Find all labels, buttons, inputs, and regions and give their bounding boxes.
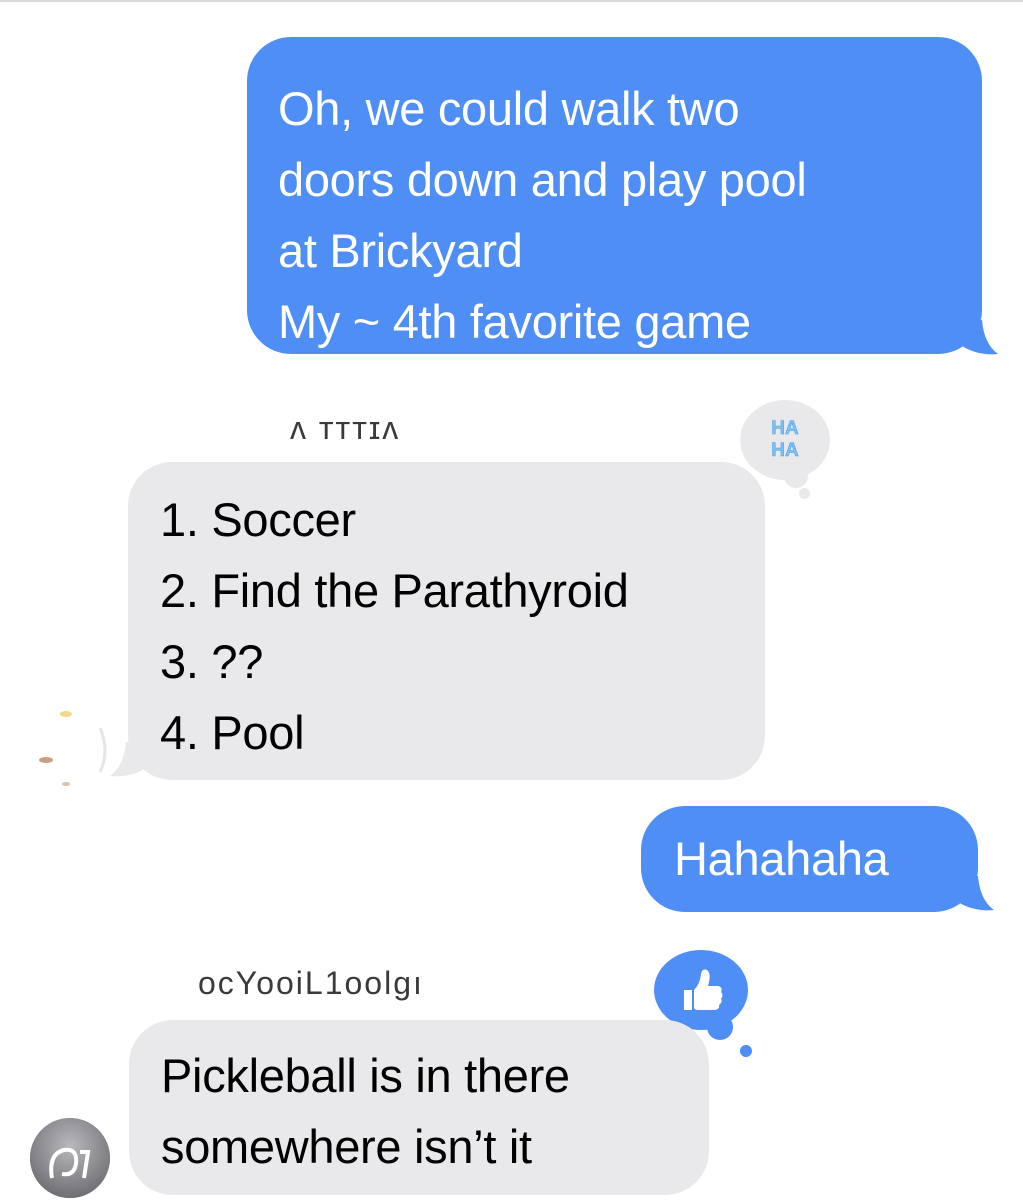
tapback-bubble-dot [707, 1014, 733, 1040]
message-text-line: 1. Soccer [160, 493, 356, 546]
thumbs-up-icon [684, 969, 723, 1010]
sender-name: ocYooiL1oolgı [198, 965, 424, 1001]
message-text-line: Hahahaha [674, 832, 889, 885]
haha-icon: HA HA [771, 418, 799, 462]
tapback-bubble-dot [784, 464, 808, 488]
message-text-line: at Brickyard [278, 224, 523, 277]
message-text-line: 2. Find the Parathyroid [160, 564, 629, 617]
received-message-bubble[interactable]: 1. Soccer 2. Find the Parathyroid 3. ?? … [128, 462, 765, 780]
message-text-line: doors down and play pool [278, 153, 807, 206]
avatar-image-icon [28, 710, 108, 790]
sent-bubble-tail [956, 876, 994, 911]
received-bubble-tail [110, 742, 148, 777]
message-text-line: My ~ 4th favorite game [278, 295, 751, 348]
sent-message-bubble[interactable]: Hahahaha [641, 806, 978, 912]
received-message-bubble[interactable]: Pickleball is in there somewhere isn’t i… [129, 1020, 709, 1195]
svg-text:HA: HA [771, 418, 799, 439]
message-text-line: 4. Pool [160, 706, 305, 759]
svg-text:HA: HA [771, 440, 799, 461]
contact-avatar[interactable] [26, 708, 110, 792]
thumbs-up-tapback-icon[interactable] [654, 950, 748, 1030]
sent-bubble-tail [960, 320, 998, 355]
sender-name: ᴧ ᴛᴛᴛɪᴧ [290, 410, 401, 446]
tapback-bubble-dot-small [740, 1045, 752, 1057]
message-text-line: 3. ?? [160, 635, 264, 688]
top-divider [0, 0, 1023, 2]
message-text-line: somewhere isn’t it [161, 1120, 532, 1173]
avatar-image-icon [30, 1118, 110, 1198]
message-text-line: Pickleball is in there [161, 1049, 570, 1102]
tapback-bubble-dot-small [799, 488, 810, 499]
message-text-line: Oh, we could walk two [278, 82, 740, 135]
contact-avatar[interactable] [30, 1118, 110, 1198]
haha-tapback-icon[interactable]: HA HA [740, 400, 830, 480]
sent-message-bubble[interactable]: Oh, we could walk two doors down and pla… [247, 37, 982, 354]
